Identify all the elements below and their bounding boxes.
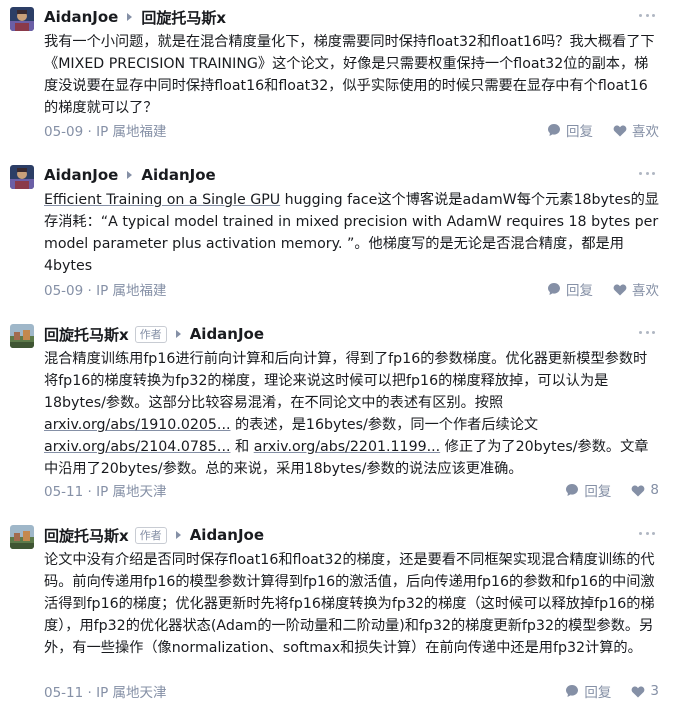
reply-label: 回复: [566, 124, 593, 140]
like-button[interactable]: 3: [631, 683, 659, 699]
speech-bubble-icon: [548, 124, 560, 136]
comment-meta: 05-11 · IP 属地天津: [44, 685, 167, 701]
arxiv-link[interactable]: arxiv.org/abs/2201.1199...: [254, 439, 440, 455]
comment-footer: 05-09 · IP 属地福建 回复 喜欢: [44, 120, 659, 140]
avatar[interactable]: [10, 165, 34, 189]
like-label: 喜欢: [632, 283, 659, 299]
author-name[interactable]: AidanJoe: [44, 166, 118, 184]
speech-bubble-icon: [566, 484, 579, 496]
reply-to-name[interactable]: 回旋托马斯x: [141, 7, 226, 28]
arxiv-link[interactable]: arxiv.org/abs/2104.0785...: [44, 439, 230, 455]
author-name[interactable]: 回旋托马斯x: [44, 324, 129, 345]
heart-icon: [632, 686, 645, 697]
author-badge: 作者: [134, 325, 167, 343]
comment-content: Efficient Training on a Single GPU huggi…: [44, 192, 659, 274]
reply-arrow-icon: [175, 531, 181, 539]
like-button[interactable]: 喜欢: [613, 279, 659, 299]
more-dots-icon[interactable]: [639, 172, 655, 176]
reply-label: 回复: [584, 685, 612, 701]
comment-footer: 05-11 · IP 属地天津 回复 3: [44, 681, 659, 701]
avatar[interactable]: [10, 7, 34, 31]
author-name[interactable]: 回旋托马斯x: [44, 525, 129, 546]
reply-to-name[interactable]: AidanJoe: [141, 166, 215, 184]
more-dots-icon[interactable]: [639, 14, 655, 18]
reply-arrow-icon: [127, 13, 133, 21]
comment-meta: 05-09 · IP 属地福建: [44, 283, 167, 299]
more-dots-icon[interactable]: [639, 532, 655, 536]
reply-button[interactable]: 回复: [547, 279, 593, 299]
avatar[interactable]: [10, 324, 34, 348]
reply-arrow-icon: [127, 171, 133, 179]
reply-to-name[interactable]: AidanJoe: [190, 526, 264, 544]
reply-label: 回复: [584, 484, 612, 500]
like-count: 3: [650, 683, 659, 699]
author-badge: 作者: [134, 526, 167, 544]
comment-footer: 05-09 · IP 属地福建 回复 喜欢: [44, 279, 659, 299]
reply-arrow-icon: [175, 330, 181, 338]
like-button[interactable]: 8: [631, 482, 659, 498]
heart-icon: [632, 485, 645, 496]
reply-to-name[interactable]: AidanJoe: [190, 325, 264, 343]
like-label: 喜欢: [632, 124, 659, 140]
blog-link[interactable]: Efficient Training on a Single GPU: [44, 192, 280, 208]
more-dots-icon[interactable]: [639, 331, 655, 335]
reply-button[interactable]: 回复: [547, 120, 593, 140]
avatar[interactable]: [10, 525, 34, 549]
comment-header: AidanJoe 回旋托马斯x: [44, 6, 226, 28]
heart-icon: [613, 125, 627, 136]
comment-header: 回旋托马斯x 作者 AidanJoe: [44, 323, 264, 345]
comment-header: 回旋托马斯x 作者 AidanJoe: [44, 524, 264, 546]
speech-bubble-icon: [566, 685, 579, 697]
arxiv-link[interactable]: arxiv.org/abs/1910.0205...: [44, 417, 230, 433]
heart-icon: [613, 284, 627, 295]
reply-label: 回复: [566, 283, 593, 299]
comment-content: 混合精度训练用fp16进行前向计算和后向计算，得到了fp16的参数梯度。优化器更…: [44, 351, 649, 477]
reply-button[interactable]: 回复: [565, 480, 611, 500]
comment-meta: 05-09 · IP 属地福建: [44, 124, 167, 140]
like-button[interactable]: 喜欢: [613, 120, 659, 140]
comment-footer: 05-11 · IP 属地天津 回复 8: [44, 480, 659, 500]
reply-button[interactable]: 回复: [565, 681, 611, 701]
speech-bubble-icon: [548, 283, 560, 295]
comment-content: 论文中没有介绍是否同时保存float16和float32的梯度，还是要看不同框架…: [44, 552, 655, 656]
comment-meta: 05-11 · IP 属地天津: [44, 484, 167, 500]
comment-content: 我有一个小问题，就是在混合精度量化下，梯度需要同时保持float32和float…: [44, 34, 655, 116]
author-name[interactable]: AidanJoe: [44, 8, 118, 26]
comment-header: AidanJoe AidanJoe: [44, 164, 216, 186]
like-count: 8: [650, 482, 659, 498]
